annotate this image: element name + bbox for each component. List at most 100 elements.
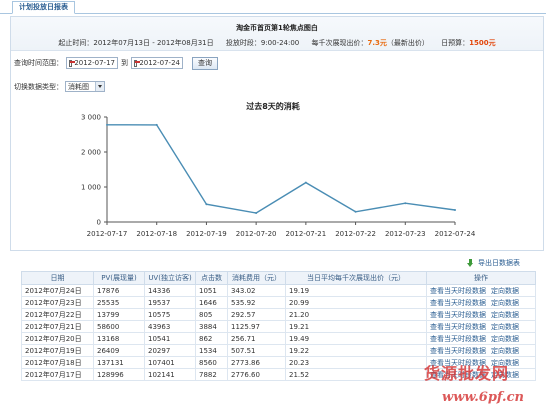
table-cell: 25535 [93, 296, 145, 309]
data-point [205, 203, 208, 206]
table-cell: 19.22 [285, 344, 427, 357]
view-hourly-data-link[interactable]: 查看当天时段数据 [430, 299, 486, 307]
table-cell: 1125.97 [227, 320, 286, 333]
table-cell: 13799 [93, 308, 145, 321]
data-point [454, 208, 456, 211]
data-point [304, 181, 307, 184]
table-cell: 14336 [144, 284, 196, 297]
table-cell: 805 [195, 308, 228, 321]
data-point [155, 123, 158, 126]
data-point [255, 212, 258, 215]
table-cell: 2012年07月22日 [21, 308, 94, 321]
x-tick-label: 2012-07-21 [286, 230, 327, 238]
x-tick-label: 2012-07-20 [236, 230, 277, 238]
table-cell: 2012年07月23日 [21, 296, 94, 309]
table-cell: 2012年07月20日 [21, 332, 94, 345]
data-point [106, 123, 108, 126]
table-cell: 1051 [195, 284, 228, 297]
view-hourly-data-link[interactable]: 查看当天时段数据 [430, 311, 486, 319]
table-cell: 137131 [93, 356, 145, 369]
table-row: 2012年07月22日 13799 10575 805 292.57 21.20 查看当天时… [21, 308, 536, 321]
row-actions: 查看当天时段数据 定向数据 [426, 308, 536, 321]
x-tick-label: 2012-07-19 [186, 230, 227, 238]
table-header-row: 日期 PV(展现量) UV(独立访客) 点击数 消耗费用（元） 当日平均每千次展现出价（元… [21, 271, 536, 285]
table-cell: 10541 [144, 332, 196, 345]
targeting-data-link[interactable]: 定向数据 [491, 287, 519, 295]
table-cell: 2012年07月21日 [21, 320, 94, 333]
x-tick-label: 2012-07-23 [385, 230, 426, 238]
table-cell: 292.57 [227, 308, 286, 321]
targeting-data-link[interactable]: 定向数据 [491, 299, 519, 307]
row-actions: 查看当天时段数据 定向数据 [426, 332, 536, 345]
table-cell: 8560 [195, 356, 228, 369]
table-cell: 107401 [144, 356, 196, 369]
table-cell: 2012年07月17日 [21, 368, 94, 381]
column-header: 操作 [426, 271, 536, 285]
table-cell: 20297 [144, 344, 196, 357]
column-header: 日期 [21, 271, 94, 285]
y-tick-label: 2 000 [81, 149, 101, 157]
table-row: 2012年07月19日 26409 20297 1534 507.51 19.22 查看当天… [21, 344, 536, 357]
table-cell: 19537 [144, 296, 196, 309]
table-cell: 1534 [195, 344, 228, 357]
x-tick-label: 2012-07-22 [335, 230, 376, 238]
spend-series-line [106, 124, 456, 214]
x-tick-label: 2012-07-18 [136, 230, 177, 238]
watermark-url: www.6pf.cn [442, 390, 524, 405]
x-tick-label: 2012-07-24 [435, 230, 476, 238]
table-row: 2012年07月20日 13168 10541 862 256.71 19.49 查看当天时… [21, 332, 536, 345]
column-header: UV(独立访客) [144, 271, 196, 285]
table-cell: 343.02 [227, 284, 286, 297]
table-cell: 20.23 [285, 356, 427, 369]
table-cell: 2012年07月18日 [21, 356, 94, 369]
table-cell: 58600 [93, 320, 145, 333]
table-cell: 2012年07月19日 [21, 344, 94, 357]
row-actions: 查看当天时段数据 定向数据 [426, 344, 536, 357]
watermark-text: 货源批发网 [424, 364, 510, 383]
table-cell: 19.49 [285, 332, 427, 345]
view-hourly-data-link[interactable]: 查看当天时段数据 [430, 335, 486, 343]
table-cell: 535.92 [227, 296, 286, 309]
view-hourly-data-link[interactable]: 查看当天时段数据 [430, 323, 486, 331]
table-cell: 26409 [93, 344, 145, 357]
targeting-data-link[interactable]: 定向数据 [491, 335, 519, 343]
y-tick-label: 0 [97, 219, 101, 227]
targeting-data-link[interactable]: 定向数据 [491, 323, 519, 331]
row-actions: 查看当天时段数据 定向数据 [426, 284, 536, 297]
view-hourly-data-link[interactable]: 查看当天时段数据 [430, 347, 486, 355]
data-point [404, 202, 407, 205]
table-cell: 128996 [93, 368, 145, 381]
table-cell: 19.19 [285, 284, 427, 297]
table-cell: 43963 [144, 320, 196, 333]
table-cell: 17876 [93, 284, 145, 297]
table-cell: 507.51 [227, 344, 286, 357]
table-cell: 2776.60 [227, 368, 286, 381]
table-cell: 20.99 [285, 296, 427, 309]
table-cell: 13168 [93, 332, 145, 345]
export-link[interactable]: 导出日数据表 [467, 258, 520, 268]
x-tick-label: 2012-07-17 [87, 230, 128, 238]
download-icon[interactable] [467, 259, 475, 267]
y-tick-label: 1 000 [81, 184, 101, 192]
column-header: PV(展现量) [93, 271, 145, 285]
table-cell: 2012年07月24日 [21, 284, 94, 297]
data-point [354, 210, 357, 213]
table-cell: 1646 [195, 296, 228, 309]
table-row: 2012年07月23日 25535 19537 1646 535.92 20.99 查看当天… [21, 296, 536, 309]
table-cell: 3884 [195, 320, 228, 333]
table-cell: 21.20 [285, 308, 427, 321]
table-cell: 19.21 [285, 320, 427, 333]
table-cell: 102141 [144, 368, 196, 381]
targeting-data-link[interactable]: 定向数据 [491, 311, 519, 319]
column-header: 消耗费用（元） [227, 271, 286, 285]
table-cell: 21.52 [285, 368, 427, 381]
row-actions: 查看当天时段数据 定向数据 [426, 320, 536, 333]
table-row: 2012年07月24日 17876 14336 1051 343.02 19.19 查看当天… [21, 284, 536, 297]
spend-line-chart: 0 1 000 2 000 3 000 2012-07-17 2012-07-18 2012… [81, 114, 476, 239]
column-header: 点击数 [195, 271, 228, 285]
row-actions: 查看当天时段数据 定向数据 [426, 296, 536, 309]
targeting-data-link[interactable]: 定向数据 [491, 347, 519, 355]
table-cell: 256.71 [227, 332, 286, 345]
view-hourly-data-link[interactable]: 查看当天时段数据 [430, 287, 486, 295]
table-cell: 862 [195, 332, 228, 345]
